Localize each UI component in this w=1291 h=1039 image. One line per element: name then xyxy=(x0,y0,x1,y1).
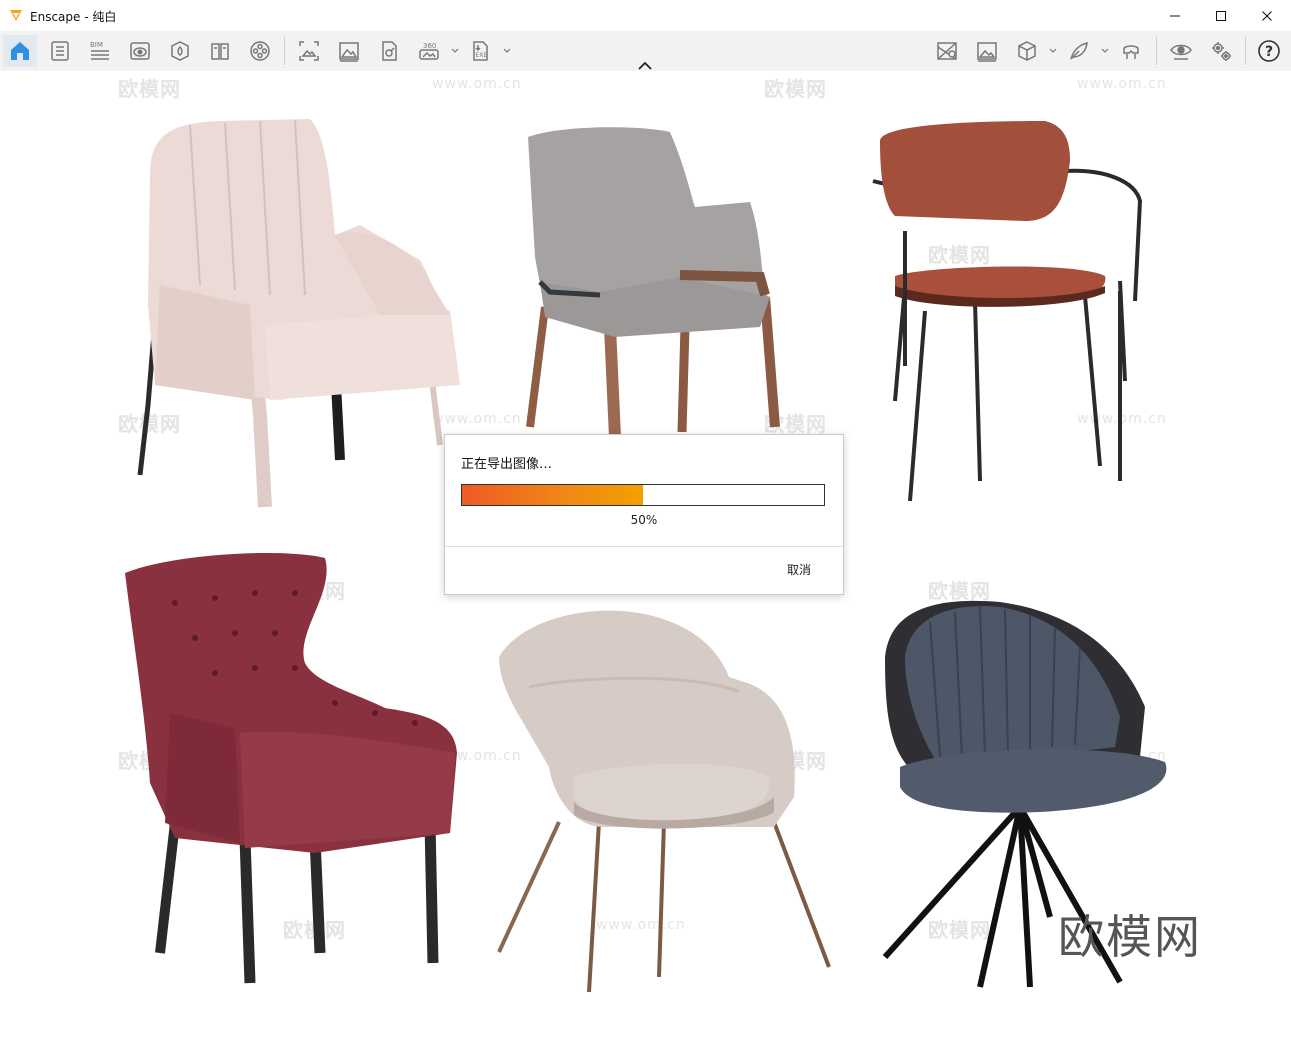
panorama-icon: 360 xyxy=(419,42,439,60)
batch-render-button[interactable] xyxy=(372,35,406,67)
image-gallery-button[interactable] xyxy=(970,35,1004,67)
chevron-down-icon[interactable] xyxy=(1048,46,1058,56)
cube-button[interactable] xyxy=(1010,35,1044,67)
cube-icon xyxy=(1018,41,1036,61)
batch-render-icon xyxy=(382,41,397,61)
visual-settings-icon xyxy=(130,42,150,60)
toolbar-separator xyxy=(1245,37,1246,65)
vr-headset-button[interactable] xyxy=(1114,35,1148,67)
export-progress-dialog: 正在导出图像… 50% 取消 xyxy=(444,434,844,595)
bim-button[interactable]: BIM xyxy=(83,35,117,67)
maximize-button[interactable] xyxy=(1198,0,1244,31)
video-reel-icon xyxy=(250,41,270,61)
asset-library-button[interactable] xyxy=(163,35,197,67)
view-settings-button[interactable] xyxy=(1164,35,1198,67)
maximize-icon xyxy=(1216,10,1226,21)
map-icon xyxy=(937,42,957,60)
home-icon xyxy=(11,42,29,60)
minimize-icon xyxy=(1170,15,1180,16)
progress-percent: 50% xyxy=(630,513,658,527)
gear-icon xyxy=(1212,42,1231,61)
document-list-icon xyxy=(51,41,69,61)
material-editor-icon xyxy=(211,43,229,60)
image-export-button[interactable] xyxy=(332,35,366,67)
svg-text:BIM: BIM xyxy=(90,41,103,49)
pink-leather-armchair xyxy=(137,119,460,508)
document-list-button[interactable] xyxy=(43,35,77,67)
exe-export-icon: EXE xyxy=(473,41,488,61)
image-export-icon xyxy=(339,42,359,62)
home-button[interactable] xyxy=(3,35,37,67)
brand-watermark: 欧模网 xyxy=(1058,910,1202,964)
vr-headset-icon xyxy=(1123,45,1139,59)
help-icon: ? xyxy=(1258,40,1280,62)
progress-fill xyxy=(462,485,643,505)
watermark-url: www.om.cn xyxy=(1077,76,1167,92)
dialog-divider xyxy=(445,546,843,547)
view-settings-icon xyxy=(1170,44,1192,60)
burgundy-tufted-armchair xyxy=(125,553,457,984)
panorama-button[interactable]: 360 xyxy=(412,35,446,67)
beige-leather-armchair xyxy=(497,610,831,993)
close-icon xyxy=(1262,10,1272,21)
settings-button[interactable] xyxy=(1204,35,1238,67)
grey-fabric-chair xyxy=(526,127,780,438)
image-gallery-icon xyxy=(977,42,997,62)
toolbar-separator xyxy=(1156,37,1157,65)
watermark-url: www.om.cn xyxy=(432,76,522,92)
map-button[interactable] xyxy=(930,35,964,67)
chevron-down-icon[interactable] xyxy=(450,46,460,56)
minimize-button[interactable] xyxy=(1152,0,1198,31)
video-reel-button[interactable] xyxy=(243,35,277,67)
watermark-text: 欧模网 xyxy=(118,77,181,101)
toolbar-separator xyxy=(284,37,285,65)
chevron-down-icon[interactable] xyxy=(502,46,512,56)
close-button[interactable] xyxy=(1244,0,1290,31)
screenshot-icon xyxy=(299,41,319,61)
dialog-title: 正在导出图像… xyxy=(461,457,553,472)
window-title: Enscape - 纯白 xyxy=(30,10,117,24)
bim-icon: BIM xyxy=(90,41,109,60)
rust-leather-chair xyxy=(872,121,1143,502)
help-button[interactable]: ? xyxy=(1252,35,1286,67)
svg-text:?: ? xyxy=(1265,44,1273,60)
feather-button[interactable] xyxy=(1062,35,1096,67)
feather-icon xyxy=(1070,42,1088,60)
screenshot-button[interactable] xyxy=(292,35,326,67)
material-editor-button[interactable] xyxy=(203,35,237,67)
chevron-down-icon[interactable] xyxy=(1100,46,1110,56)
visual-settings-button[interactable] xyxy=(123,35,157,67)
svg-text:360: 360 xyxy=(423,42,436,50)
asset-library-icon xyxy=(171,41,189,61)
progress-bar xyxy=(461,484,825,506)
svg-text:EXE: EXE xyxy=(476,52,488,59)
title-bar: Enscape - 纯白 xyxy=(0,0,1291,32)
exe-export-button[interactable]: EXE xyxy=(464,35,498,67)
enscape-logo-icon xyxy=(10,10,22,21)
cancel-button[interactable]: 取消 xyxy=(787,561,811,578)
watermark-text: 欧模网 xyxy=(764,77,827,101)
